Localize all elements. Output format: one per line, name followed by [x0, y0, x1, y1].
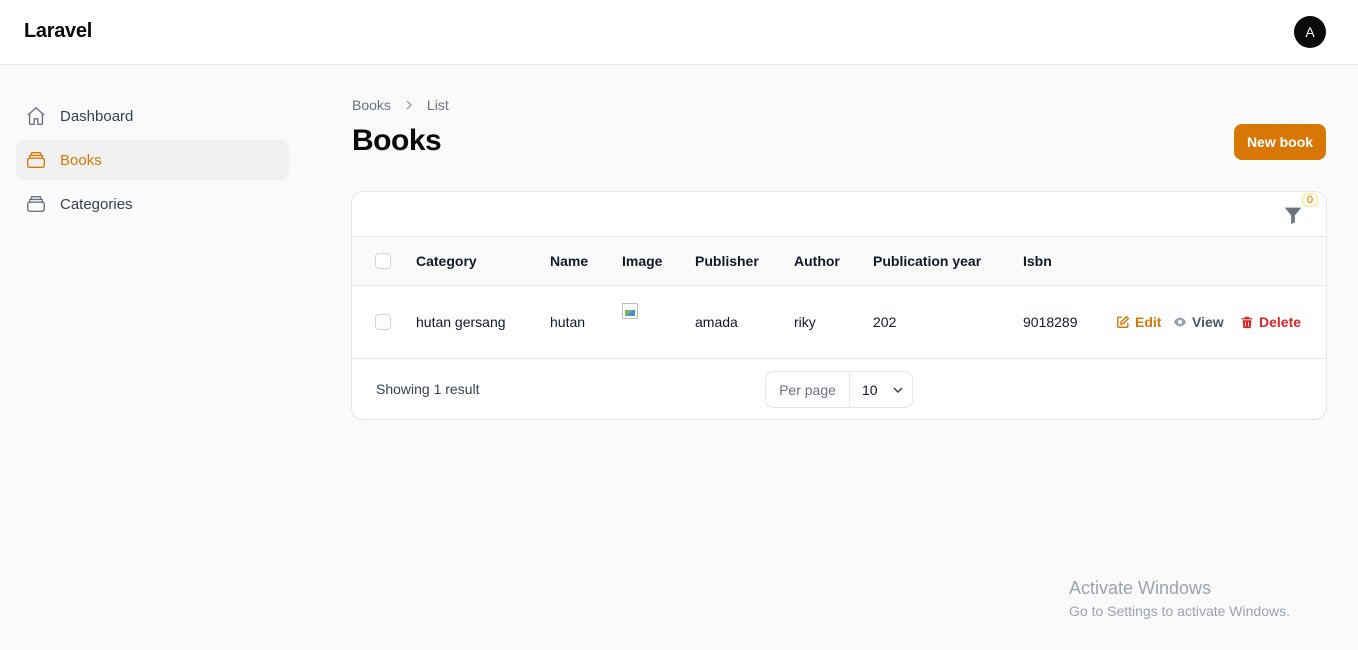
column-header-publisher[interactable]: Publisher: [695, 237, 759, 285]
view-label: View: [1192, 314, 1224, 330]
stack-icon: [24, 148, 48, 172]
edit-button[interactable]: Edit: [1116, 314, 1161, 330]
delete-button[interactable]: Delete: [1240, 314, 1301, 330]
column-header-publication-year[interactable]: Publication year: [873, 237, 981, 285]
column-header-isbn[interactable]: Isbn: [1023, 237, 1052, 285]
sidebar-item-label: Dashboard: [60, 107, 134, 125]
chevron-right-icon: [403, 99, 415, 111]
eye-icon: [1173, 317, 1187, 327]
new-book-button[interactable]: New book: [1234, 124, 1326, 160]
column-header-image[interactable]: Image: [622, 237, 662, 285]
row-checkbox[interactable]: [375, 314, 391, 330]
table-footer: Showing 1 result Per page 10: [352, 359, 1326, 419]
user-avatar[interactable]: A: [1294, 16, 1326, 48]
per-page-value: 10: [862, 381, 878, 398]
watermark-title: Activate Windows: [1069, 578, 1212, 598]
sidebar-item-books[interactable]: Books: [16, 140, 289, 180]
page-title: Books: [352, 124, 442, 157]
table-header: Category Name Image Publisher Author Pub…: [352, 237, 1326, 286]
cell-author: riky: [794, 314, 816, 330]
chevron-down-icon: [893, 386, 903, 393]
cell-publication-year: 202: [873, 314, 897, 330]
breadcrumb: Books List: [352, 97, 449, 113]
view-button[interactable]: View: [1173, 314, 1224, 330]
sidebar-item-categories[interactable]: Categories: [16, 184, 289, 224]
breadcrumb-books-link[interactable]: Books: [352, 97, 391, 113]
sidebar: Dashboard Books Categories: [16, 96, 289, 228]
brand-logo[interactable]: Laravel: [24, 20, 92, 43]
delete-label: Delete: [1259, 314, 1302, 330]
filter-count-badge: 0: [1302, 193, 1318, 207]
edit-label: Edit: [1135, 314, 1162, 330]
breadcrumb-current: List: [426, 97, 449, 113]
cell-isbn: 9018289: [1023, 314, 1078, 330]
column-header-name[interactable]: Name: [550, 237, 588, 285]
per-page-control: Per page 10: [765, 371, 913, 408]
stack-icon: [24, 192, 48, 216]
watermark-subtitle: Go to Settings to activate Windows.: [1069, 603, 1290, 619]
results-summary: Showing 1 result: [376, 381, 480, 397]
top-bar: Laravel A: [0, 0, 1358, 65]
cell-name: hutan: [550, 314, 586, 330]
edit-icon: [1117, 315, 1130, 328]
cell-category: hutan gersang: [416, 314, 506, 330]
table-row[interactable]: hutan gersang hutan amada riky 202 90182…: [352, 286, 1326, 359]
trash-icon: [1241, 316, 1253, 329]
sidebar-item-dashboard[interactable]: Dashboard: [16, 96, 289, 136]
home-icon: [24, 104, 48, 128]
column-header-author[interactable]: Author: [794, 237, 840, 285]
table-toolbar: 0: [352, 192, 1326, 237]
filter-icon[interactable]: [1282, 204, 1304, 226]
sidebar-item-label: Books: [60, 151, 102, 169]
books-table-card: 0 Category Name Image Publisher Author P…: [351, 191, 1327, 420]
cell-publisher: amada: [695, 314, 738, 330]
windows-activation-watermark: Activate Windows Go to Settings to activ…: [1069, 578, 1290, 619]
per-page-label: Per page: [766, 372, 850, 407]
broken-image-icon: [622, 303, 638, 319]
column-header-category[interactable]: Category: [416, 237, 477, 285]
sidebar-item-label: Categories: [60, 195, 133, 213]
select-all-checkbox[interactable]: [375, 253, 391, 269]
per-page-select[interactable]: 10: [850, 372, 912, 407]
